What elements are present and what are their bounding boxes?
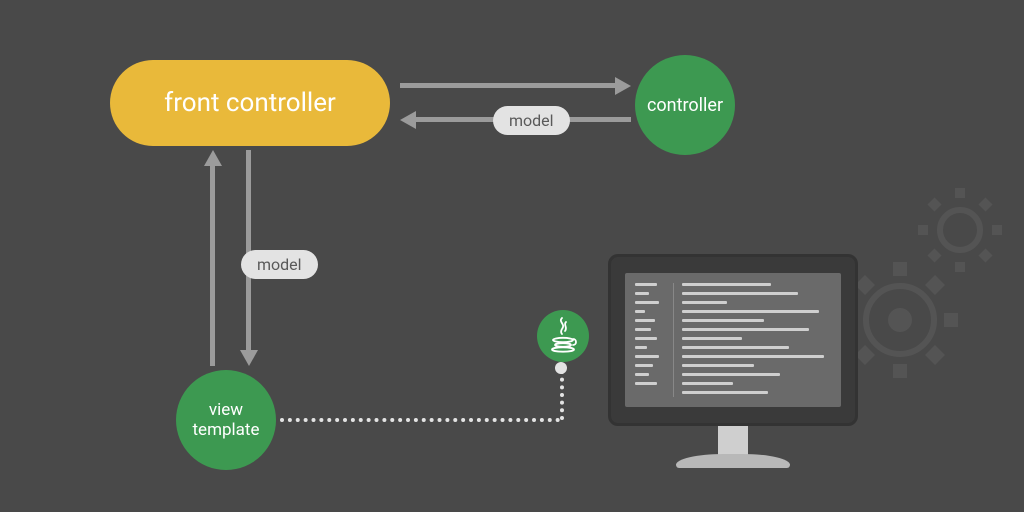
front-controller-label: front controller bbox=[164, 88, 336, 118]
controller-label: controller bbox=[647, 95, 723, 116]
gears-icon bbox=[830, 180, 1024, 384]
monitor-icon bbox=[608, 254, 858, 426]
controller-node: controller bbox=[635, 55, 735, 155]
arrow-head-icon bbox=[615, 77, 631, 95]
dotted-connector bbox=[280, 418, 560, 422]
view-template-node: view template bbox=[176, 370, 276, 470]
front-controller-node: front controller bbox=[110, 60, 390, 146]
arrow-fc-to-controller bbox=[400, 83, 615, 88]
arrow-head-icon bbox=[240, 350, 258, 366]
dotted-endpoint bbox=[555, 362, 567, 374]
monitor-stand bbox=[718, 426, 748, 460]
java-icon bbox=[537, 310, 589, 362]
dotted-connector bbox=[560, 370, 564, 420]
edge-label-model-top: model bbox=[493, 106, 570, 135]
edge-label-model-left: model bbox=[241, 250, 318, 279]
arrow-view-to-fc bbox=[210, 166, 215, 366]
monitor-screen bbox=[625, 273, 841, 407]
arrow-head-icon bbox=[204, 150, 222, 166]
arrow-head-icon bbox=[400, 111, 416, 129]
view-template-label: view template bbox=[193, 400, 260, 441]
